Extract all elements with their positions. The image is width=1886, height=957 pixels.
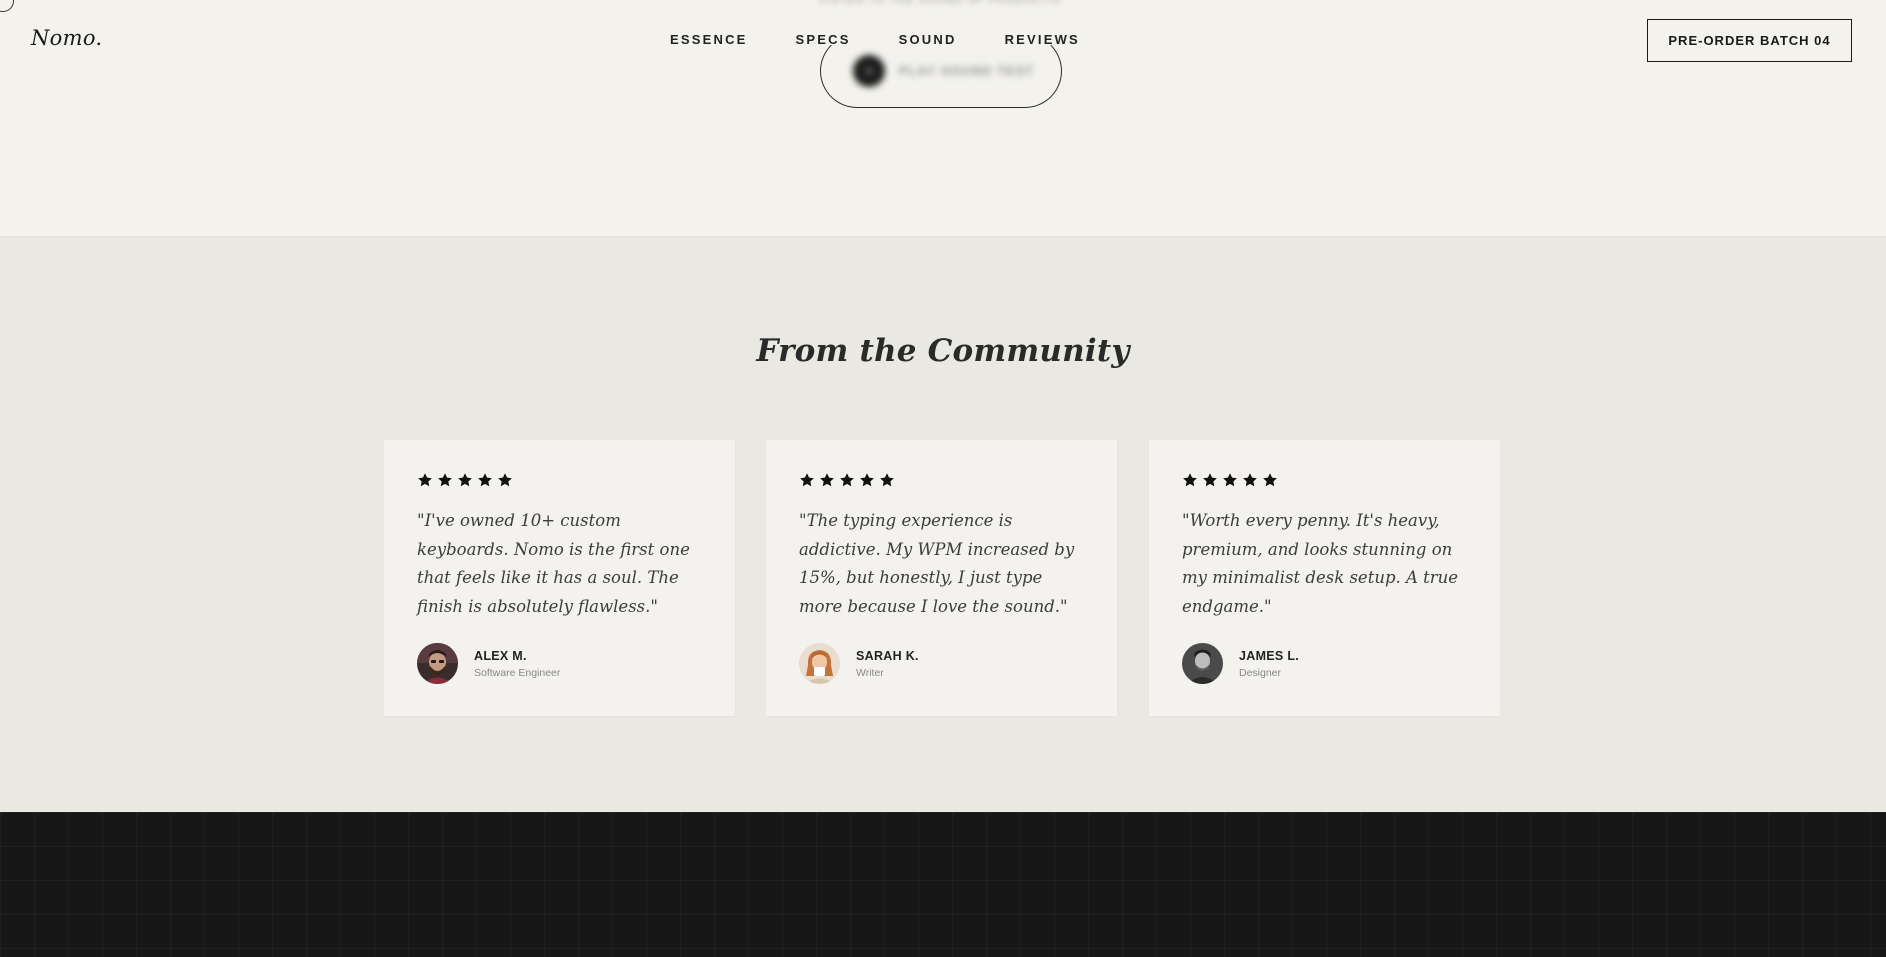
star-rating xyxy=(1182,472,1467,490)
preorder-button[interactable]: PRE-ORDER BATCH 04 xyxy=(1647,19,1852,62)
dark-grid-section xyxy=(0,812,1886,957)
nav-link-specs[interactable]: SPECS xyxy=(796,32,851,47)
avatar xyxy=(799,643,840,684)
star-icon xyxy=(1243,473,1257,487)
star-rating xyxy=(417,472,702,490)
author-role: Writer xyxy=(856,666,884,679)
section-title: From the Community xyxy=(756,333,1130,369)
author-name: SARAH K. xyxy=(856,648,919,663)
review-card: "I've owned 10+ custom keyboards. Nomo i… xyxy=(384,440,735,716)
review-author: SARAH K. Writer xyxy=(799,643,1084,684)
star-icon xyxy=(418,473,432,487)
review-quote: "The typing experience is addictive. My … xyxy=(799,511,1075,616)
star-icon xyxy=(498,473,512,487)
author-role: Software Engineer xyxy=(474,666,561,679)
star-icon xyxy=(840,473,854,487)
star-icon xyxy=(1223,473,1237,487)
star-icon xyxy=(478,473,492,487)
review-card: "The typing experience is addictive. My … xyxy=(766,440,1117,716)
star-icon xyxy=(1263,473,1277,487)
author-name: JAMES L. xyxy=(1239,648,1300,663)
star-icon xyxy=(860,473,874,487)
author-role: Designer xyxy=(1239,666,1282,679)
author-name: ALEX M. xyxy=(474,648,527,663)
nav-link-sound[interactable]: SOUND xyxy=(899,32,957,47)
review-quote: "Worth every penny. It's heavy, premium,… xyxy=(1182,511,1459,616)
star-icon xyxy=(820,473,834,487)
nav-links: ESSENCE SPECS SOUND REVIEWS xyxy=(670,32,1080,47)
avatar xyxy=(417,643,458,684)
star-icon xyxy=(1203,473,1217,487)
review-author: ALEX M. Software Engineer xyxy=(417,643,702,684)
top-nav: Nomo. ESSENCE SPECS SOUND REVIEWS PRE-OR… xyxy=(0,0,1886,80)
nav-link-essence[interactable]: ESSENCE xyxy=(670,32,748,47)
review-author: JAMES L. Designer xyxy=(1182,643,1467,684)
star-icon xyxy=(880,473,894,487)
review-card: "Worth every penny. It's heavy, premium,… xyxy=(1149,440,1500,716)
community-section: From the Community "I've owned 10+ custo… xyxy=(0,237,1886,812)
star-icon xyxy=(800,473,814,487)
review-quote: "I've owned 10+ custom keyboards. Nomo i… xyxy=(417,511,690,616)
avatar xyxy=(1182,643,1223,684)
nav-link-reviews[interactable]: REVIEWS xyxy=(1005,32,1080,47)
star-icon xyxy=(458,473,472,487)
star-icon xyxy=(438,473,452,487)
logo[interactable]: Nomo. xyxy=(31,26,102,50)
star-rating xyxy=(799,472,1084,490)
star-icon xyxy=(1183,473,1197,487)
